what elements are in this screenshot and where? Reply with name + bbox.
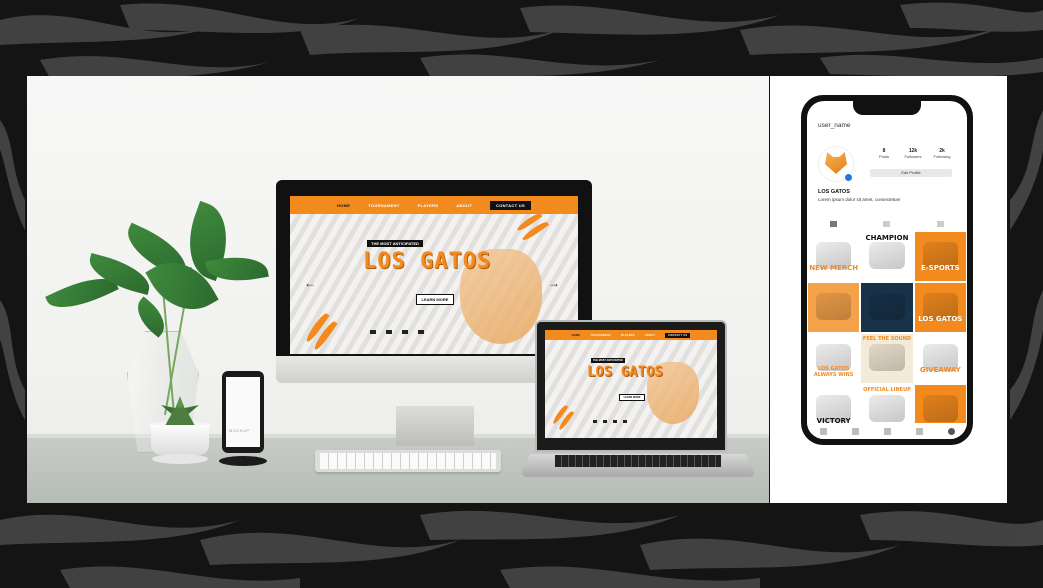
- keyboard: [315, 450, 501, 472]
- post-caption: E-SPORTS: [920, 264, 960, 272]
- search-icon[interactable]: [851, 427, 859, 435]
- add-story-icon[interactable]: [844, 173, 853, 182]
- desk-smartphone: MOCKUP: [222, 371, 264, 453]
- smartphone: user_name 8 Posts 12k Followers 2k Followin…: [801, 95, 973, 445]
- post-thumbnail[interactable]: LOS GATOS ALWAYS WINS: [808, 334, 860, 383]
- white-pot: [151, 425, 209, 455]
- posts-stat[interactable]: 8 Posts: [870, 148, 898, 159]
- nav-tournament[interactable]: TOURNAMENT: [368, 203, 399, 208]
- post-thumbnail[interactable]: LOS GATOS: [914, 283, 966, 332]
- laptop-website-screen: HOME TOURNAMENT PLAYERS ABOUT CONTACT US…: [545, 330, 717, 438]
- hero-title: LOS GATOS: [587, 364, 663, 380]
- post-thumbnail[interactable]: NEW MERCH: [808, 232, 860, 281]
- post-graphic: [816, 293, 852, 320]
- nav-home[interactable]: HOME: [337, 203, 350, 208]
- hero-tagline: THE MOST ANTICIPATED: [591, 358, 625, 363]
- post-thumbnail[interactable]: E-SPORTS: [914, 232, 966, 281]
- home-icon[interactable]: [819, 427, 827, 435]
- profile-username: user_name: [818, 122, 851, 129]
- nav-about[interactable]: ABOUT: [456, 203, 472, 208]
- laptop: HOME TOURNAMENT PLAYERS ABOUT CONTACT US…: [519, 320, 757, 490]
- post-thumbnail[interactable]: CHAMPION: [861, 232, 913, 281]
- profile-bio: Lorem ipsum dolor sit amet, consectetuer: [818, 197, 901, 202]
- monitor-stand: [396, 406, 474, 446]
- contact-button[interactable]: CONTACT US: [665, 332, 691, 338]
- arrow-right-icon[interactable]: →: [548, 276, 560, 290]
- hero-tagline: THE MOST ANTICIPATED: [367, 240, 423, 247]
- post-thumbnail[interactable]: GIVEAWAY: [914, 334, 966, 383]
- post-caption: NEW MERCH: [809, 264, 859, 272]
- post-thumbnail[interactable]: [808, 283, 860, 332]
- edit-profile-button[interactable]: Edit Profile: [870, 169, 952, 177]
- profile-stats: 8 Posts 12k Followers 2k Following: [870, 148, 956, 159]
- phone-stand: [219, 456, 267, 466]
- website-hero: THE MOST ANTICIPATED LOS GATOS LEARN MOR…: [545, 340, 717, 438]
- following-stat[interactable]: 2k Following: [928, 148, 956, 159]
- post-caption: FEEL THE SOUND: [862, 336, 912, 342]
- learn-more-button[interactable]: LEARN MORE: [619, 394, 645, 401]
- hero-title: LOS GATOS: [363, 249, 492, 274]
- nav-about[interactable]: ABOUT: [645, 334, 655, 337]
- post-caption: LOS GATOS ALWAYS WINS: [813, 366, 854, 378]
- bottom-nav: [807, 423, 967, 439]
- nav-players[interactable]: PLAYERS: [418, 203, 439, 208]
- post-graphic: [869, 344, 905, 371]
- followers-stat[interactable]: 12k Followers: [899, 148, 927, 159]
- post-thumbnail[interactable]: FEEL THE SOUND: [861, 334, 913, 383]
- post-caption: OFFICIAL LINEUP: [863, 387, 911, 393]
- post-caption: LOS GATOS: [918, 315, 963, 323]
- website-nav: HOME TOURNAMENT PLAYERS ABOUT CONTACT US: [290, 196, 578, 214]
- instagram-profile-screen: user_name 8 Posts 12k Followers 2k Followin…: [807, 101, 967, 439]
- nav-tournament[interactable]: TOURNAMENT: [590, 334, 611, 337]
- profile-icon[interactable]: [947, 427, 955, 435]
- sponsor-icons: [593, 420, 627, 423]
- grid-icon[interactable]: [830, 221, 838, 227]
- website-nav: HOME TOURNAMENT PLAYERS ABOUT CONTACT US: [545, 330, 717, 340]
- post-caption: CHAMPION: [865, 234, 909, 242]
- profile-tabs: [807, 219, 967, 229]
- profile-name: LOS GATOS: [818, 189, 850, 195]
- contact-button[interactable]: CONTACT US: [490, 200, 531, 210]
- mockup-label: MOCKUP: [229, 428, 250, 433]
- post-graphic: [869, 293, 905, 320]
- learn-more-button[interactable]: LEARN MORE: [416, 294, 454, 305]
- post-graphic: [922, 395, 958, 422]
- arrow-left-icon[interactable]: ←: [304, 276, 316, 290]
- post-graphic: [869, 395, 905, 422]
- tagged-icon[interactable]: [936, 221, 944, 227]
- cat-logo-icon: [825, 152, 847, 174]
- nav-home[interactable]: HOME: [572, 334, 581, 337]
- laptop-keyboard: [555, 455, 721, 467]
- post-grid: NEW MERCH CHAMPION E-SPORTS LOS GATOS LOS GA…: [808, 232, 966, 434]
- sponsor-icons: [370, 330, 424, 334]
- desk-scene-photo: MOCKUP HOME TOURNAMENT PLAYERS ABOUT CON…: [27, 76, 769, 503]
- phone-mockup-panel: user_name 8 Posts 12k Followers 2k Followin…: [770, 76, 1007, 503]
- add-post-icon[interactable]: [883, 427, 891, 435]
- post-caption: GIVEAWAY: [919, 366, 961, 374]
- reels-icon[interactable]: [883, 221, 891, 227]
- presentation-slide: MOCKUP HOME TOURNAMENT PLAYERS ABOUT CON…: [0, 0, 1043, 588]
- heart-icon[interactable]: [915, 427, 923, 435]
- post-graphic: [869, 242, 905, 269]
- nav-players[interactable]: PLAYERS: [621, 334, 635, 337]
- post-thumbnail[interactable]: [861, 283, 913, 332]
